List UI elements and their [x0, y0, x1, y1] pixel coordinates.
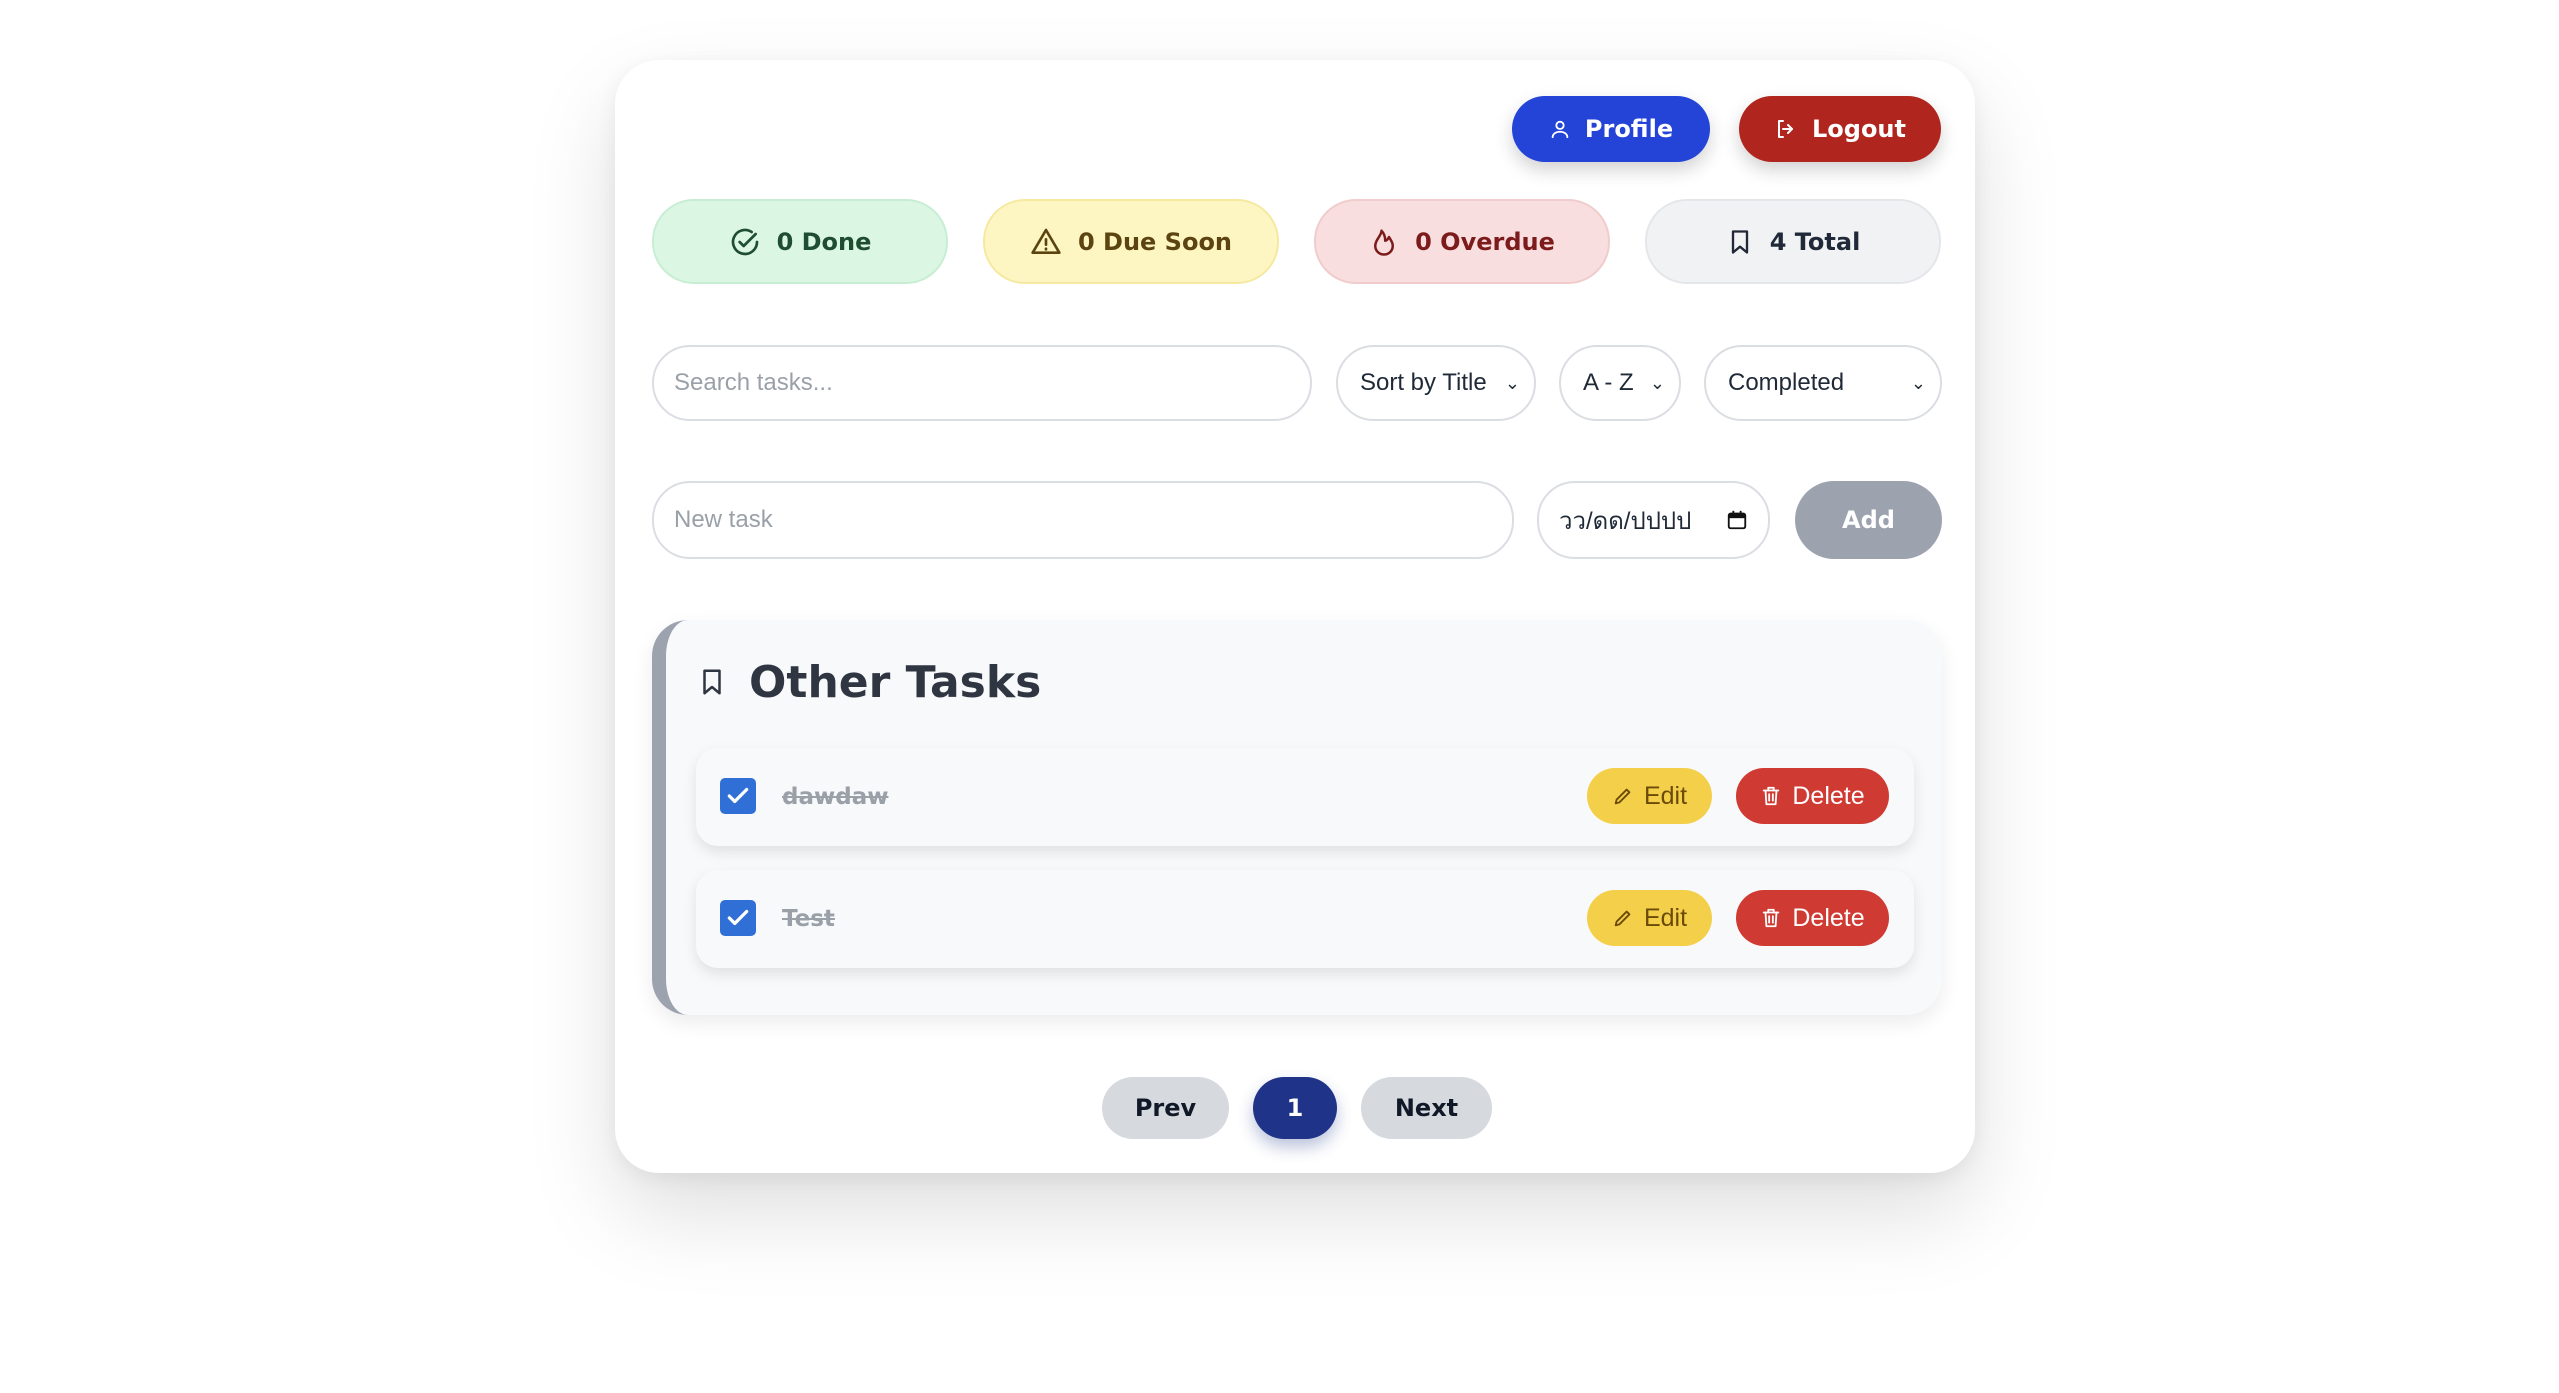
edit-label: Edit: [1643, 781, 1688, 810]
stat-due-soon-label: 0 Due Soon: [1077, 227, 1233, 256]
order-select[interactable]: A - Z ⌄: [1559, 345, 1681, 421]
status-select-value: Completed: [1728, 369, 1845, 396]
task-title: Test: [782, 906, 835, 932]
pencil-icon: [1614, 910, 1631, 927]
logout-button[interactable]: Logout: [1739, 96, 1941, 162]
delete-label: Delete: [1792, 781, 1865, 810]
sort-select[interactable]: Sort by Title ⌄: [1336, 345, 1536, 421]
edit-task-button[interactable]: Edit: [1587, 768, 1712, 824]
chevron-down-icon: ⌄: [1649, 372, 1665, 393]
order-select-value: A - Z: [1583, 369, 1634, 396]
checkmark-icon: [727, 787, 749, 804]
page-1-button[interactable]: 1: [1253, 1077, 1337, 1139]
chevron-down-icon: ⌄: [1910, 372, 1926, 393]
task-item: Test Edit Delete: [696, 870, 1914, 968]
task-checkbox[interactable]: [720, 900, 756, 936]
flame-icon: [1374, 229, 1395, 256]
search-input[interactable]: Search tasks...: [652, 345, 1312, 421]
bookmark-icon: [1731, 229, 1748, 254]
stat-total: 4 Total: [1645, 199, 1941, 284]
task-checkbox[interactable]: [720, 778, 756, 814]
task-title: dawdaw: [782, 784, 889, 810]
stat-done-label: 0 Done: [776, 227, 872, 256]
stat-due-soon: 0 Due Soon: [983, 199, 1279, 284]
search-placeholder: Search tasks...: [674, 369, 833, 396]
stat-total-label: 4 Total: [1769, 227, 1861, 256]
chevron-down-icon: ⌄: [1504, 372, 1520, 393]
stat-done: 0 Done: [652, 199, 948, 284]
trash-icon: [1763, 786, 1780, 806]
stat-overdue: 0 Overdue: [1314, 199, 1610, 284]
task-item: dawdaw Edit Delete: [696, 748, 1914, 846]
user-icon: [1551, 120, 1569, 139]
logout-icon: [1777, 120, 1793, 138]
add-task-button[interactable]: Add: [1795, 481, 1942, 559]
sort-select-value: Sort by Title: [1360, 369, 1487, 396]
edit-task-button[interactable]: Edit: [1587, 890, 1712, 946]
delete-label: Delete: [1792, 903, 1865, 932]
task-group-title: Other Tasks: [749, 656, 1042, 708]
logout-label: Logout: [1811, 115, 1906, 143]
prev-page-button[interactable]: Prev: [1102, 1077, 1229, 1139]
status-select[interactable]: Completed ⌄: [1704, 345, 1942, 421]
trash-icon: [1763, 908, 1780, 928]
delete-task-button[interactable]: Delete: [1736, 890, 1889, 946]
delete-task-button[interactable]: Delete: [1736, 768, 1889, 824]
calendar-icon[interactable]: [1726, 509, 1748, 531]
due-date-input[interactable]: วว/ดด/ปปปป: [1537, 481, 1770, 559]
profile-label: Profile: [1584, 115, 1674, 143]
edit-label: Edit: [1643, 903, 1688, 932]
next-page-button[interactable]: Next: [1361, 1077, 1492, 1139]
new-task-placeholder: New task: [674, 506, 773, 533]
profile-button[interactable]: Profile: [1512, 96, 1710, 162]
check-circle-icon: [731, 228, 758, 255]
stat-overdue-label: 0 Overdue: [1415, 227, 1555, 256]
bookmark-icon: [703, 669, 721, 695]
new-task-input[interactable]: New task: [652, 481, 1514, 559]
warning-icon: [1031, 228, 1061, 254]
due-date-placeholder: วว/ดด/ปปปป: [1559, 507, 1692, 535]
checkmark-icon: [727, 909, 749, 926]
pencil-icon: [1614, 788, 1631, 805]
task-group-header: Other Tasks: [697, 652, 1041, 712]
